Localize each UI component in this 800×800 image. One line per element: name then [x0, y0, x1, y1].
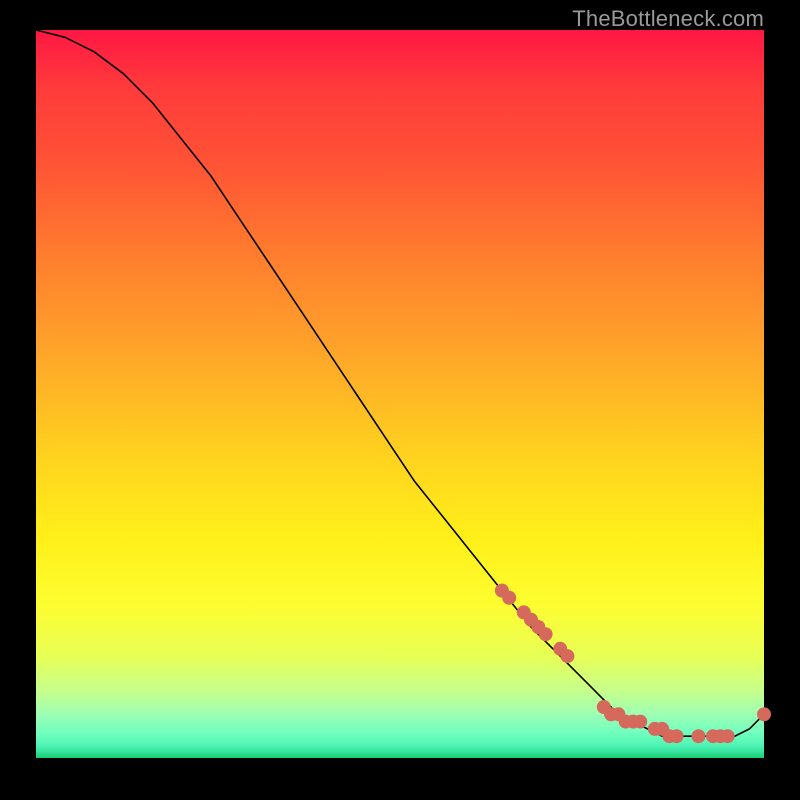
highlight-dot [757, 707, 771, 721]
highlight-dot [692, 729, 706, 743]
highlight-dot [721, 729, 735, 743]
highlight-dot [539, 627, 553, 641]
highlight-dots-group [495, 584, 771, 744]
chart-overlay [36, 30, 764, 758]
highlight-dot [502, 591, 516, 605]
bottleneck-curve-line [36, 30, 764, 736]
plot-area [36, 30, 764, 758]
highlight-dot [633, 715, 647, 729]
watermark-text: TheBottleneck.com [572, 6, 764, 32]
highlight-dot [560, 649, 574, 663]
highlight-dot [670, 729, 684, 743]
chart-frame: TheBottleneck.com [0, 0, 800, 800]
